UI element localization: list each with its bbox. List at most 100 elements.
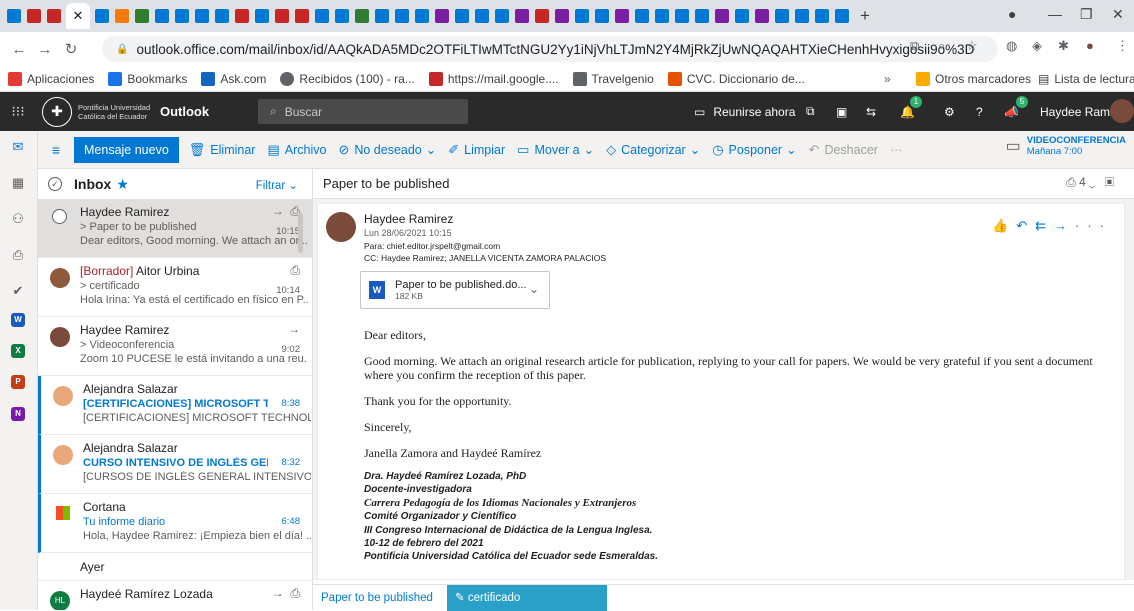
excel-icon[interactable]: X <box>11 344 25 358</box>
select-all-checkbox[interactable]: ✓ <box>48 177 62 191</box>
tab-favicon[interactable] <box>635 9 649 23</box>
forward-icon[interactable]: → <box>1054 218 1075 233</box>
tab-favicon[interactable] <box>475 9 489 23</box>
address-bar[interactable]: 🔒 outlook.office.com/mail/inbox/id/AAQkA… <box>102 36 998 62</box>
calendar-sync-icon[interactable]: ⇆ <box>866 92 876 131</box>
tab-favicon[interactable] <box>135 9 149 23</box>
tab-favicon[interactable] <box>755 9 769 23</box>
tab-favicon[interactable] <box>455 9 469 23</box>
tab-favicon[interactable] <box>335 9 349 23</box>
app-launcher-icon[interactable]: ⁝⁝⁝ <box>0 103 36 120</box>
bookmark-bookmarks[interactable]: Bookmarks <box>108 71 187 86</box>
user-avatar[interactable] <box>1110 99 1134 123</box>
list-item[interactable]: Haydee Ramirez > Paper to be published D… <box>38 199 312 258</box>
list-item[interactable]: Alejandra Salazar [CERTIFICACIONES] MICR… <box>38 376 312 435</box>
help-icon[interactable]: ? <box>976 92 983 131</box>
tab-favicon[interactable] <box>7 9 21 23</box>
reload-icon[interactable]: ↻ <box>58 40 84 58</box>
thread-controls[interactable]: ⎙ 4 ⌄ ▣ <box>1066 175 1114 190</box>
word-icon[interactable]: W <box>11 313 25 327</box>
profile-avatar-icon[interactable]: ● <box>1086 38 1094 53</box>
new-tab-icon[interactable]: + <box>860 6 870 26</box>
calendar-icon[interactable]: ▦ <box>9 175 27 193</box>
tab-favicon[interactable] <box>435 9 449 23</box>
more-icon[interactable]: ··· <box>1075 218 1112 233</box>
tab-favicon[interactable] <box>675 9 689 23</box>
install-app-icon[interactable]: ⧉ <box>910 38 919 54</box>
bookmark-apps[interactable]: Aplicaciones <box>8 71 94 86</box>
zoom-icon[interactable]: ⌕ <box>938 38 945 54</box>
tab-paper-to-be-published[interactable]: Paper to be published <box>313 585 447 611</box>
tab-favicon[interactable] <box>155 9 169 23</box>
new-message-button[interactable]: Mensaje nuevo <box>74 136 179 163</box>
attachment-icon[interactable]: ⎙ <box>9 247 27 265</box>
move-to-button[interactable]: ▭ Mover a ⌄ <box>517 142 594 158</box>
tab-favicon[interactable] <box>395 9 409 23</box>
reply-icon[interactable]: ↶ <box>1016 218 1035 233</box>
puzzle-extensions-icon[interactable]: ✱ <box>1058 38 1069 54</box>
tab-favicon[interactable] <box>355 9 369 23</box>
list-item[interactable]: [Borrador] Aitor Urbina > certificado Ho… <box>38 258 312 317</box>
menu-kebab-icon[interactable]: ⋮ <box>1116 38 1129 54</box>
bookmark-ask[interactable]: Ask.com <box>201 71 266 86</box>
tab-favicon[interactable] <box>375 9 389 23</box>
attachment-card[interactable]: W Paper to be published.do... 182 KB ⌄ <box>360 271 550 309</box>
hamburger-menu-icon[interactable]: ≡ <box>38 142 74 158</box>
delete-button[interactable]: 🗑 Eliminar <box>189 142 256 158</box>
tab-favicon[interactable] <box>835 9 849 23</box>
bookmark-recibidos[interactable]: Recibidos (100) - ra... <box>280 71 415 86</box>
categorize-button[interactable]: ◇ Categorizar ⌄ <box>606 142 700 158</box>
tab-favicon[interactable] <box>715 9 729 23</box>
settings-gear-icon[interactable]: ⚙ <box>944 92 955 131</box>
bookmark-gmail[interactable]: https://mail.google.... <box>428 71 559 86</box>
org-logo[interactable]: ✚ Pontificia Universidad Católica del Ecu… <box>42 96 156 127</box>
tab-favicon[interactable] <box>815 9 829 23</box>
upcoming-event[interactable]: ▭ VIDEOCONFERENCIA Mañana 7:00 <box>1006 135 1126 157</box>
tab-favicon[interactable] <box>315 9 329 23</box>
sender-avatar[interactable] <box>326 212 356 242</box>
bookmark-star-icon[interactable]: ☆ <box>966 38 978 54</box>
filter-button[interactable]: Filtrar ⌄ <box>256 178 298 192</box>
tab-favicon[interactable] <box>555 9 569 23</box>
window-close-icon[interactable]: ✕ <box>1112 6 1124 23</box>
archive-button[interactable]: ▤ Archivo <box>267 142 326 158</box>
junk-button[interactable]: ⊘ No deseado ⌄ <box>338 142 436 158</box>
teams-icon[interactable]: ⧉ <box>806 92 815 131</box>
other-bookmarks[interactable]: Otros marcadores <box>916 71 1031 86</box>
chevron-down-icon[interactable]: ⌄ <box>529 282 539 296</box>
restore-icon[interactable]: ❐ <box>1080 6 1093 23</box>
tab-favicon[interactable] <box>415 9 429 23</box>
tab-favicon[interactable] <box>775 9 789 23</box>
tab-favicon[interactable] <box>175 9 189 23</box>
tab-favicon[interactable] <box>215 9 229 23</box>
select-radio[interactable] <box>52 209 67 224</box>
onenote-icon[interactable]: N <box>11 407 25 421</box>
tab-favicon[interactable] <box>615 9 629 23</box>
extension-icon[interactable]: ◍ <box>1006 38 1017 54</box>
list-item[interactable]: Haydee Ramirez > Videoconferencia Zoom 1… <box>38 317 312 376</box>
tab-search-icon[interactable]: ● <box>1008 6 1016 22</box>
bookmark-travelgenio[interactable]: Travelgenio <box>572 71 654 86</box>
todo-icon[interactable]: ✔ <box>9 283 27 301</box>
tab-favicon[interactable] <box>535 9 549 23</box>
tab-favicon[interactable] <box>275 9 289 23</box>
meet-now-button[interactable]: ▭ Reunirse ahora <box>694 92 795 131</box>
search-input[interactable]: ⌕ Buscar <box>258 99 468 124</box>
tab-favicon[interactable] <box>27 9 41 23</box>
people-icon[interactable]: ⚇ <box>9 211 27 229</box>
forward-icon[interactable]: → <box>32 41 58 58</box>
minimize-icon[interactable]: — <box>1048 6 1062 22</box>
powerpoint-icon[interactable]: P <box>11 375 25 389</box>
bookmark-cvc[interactable]: CVC. Diccionario de... <box>667 71 805 86</box>
mail-icon[interactable]: ✉ <box>9 139 27 157</box>
tab-favicon[interactable] <box>515 9 529 23</box>
sweep-button[interactable]: ✐ Limpiar <box>448 142 505 158</box>
tab-favicon[interactable] <box>735 9 749 23</box>
more-actions-button[interactable]: ··· <box>890 143 903 157</box>
extension-icon[interactable]: ◈ <box>1032 38 1042 54</box>
tab-favicon[interactable] <box>235 9 249 23</box>
more-bookmarks-icon[interactable]: » <box>884 72 891 86</box>
tab-favicon[interactable] <box>575 9 589 23</box>
like-icon[interactable]: 👍 <box>992 218 1016 233</box>
tab-favicon[interactable] <box>295 9 309 23</box>
